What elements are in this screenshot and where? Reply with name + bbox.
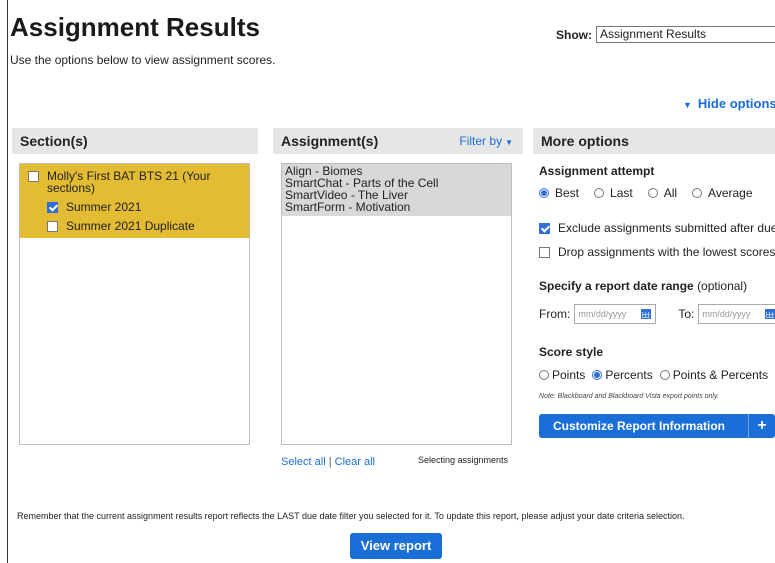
section-summer-2021-checkbox[interactable] <box>47 202 58 213</box>
triangle-down-icon: ▼ <box>683 100 692 110</box>
attempt-last-radio[interactable] <box>594 188 605 198</box>
list-item[interactable]: SmartForm - Motivation <box>285 201 508 213</box>
score-style-heading: Score style <box>539 345 604 359</box>
calendar-icon[interactable] <box>765 309 775 319</box>
section-child-label: Summer 2021 Duplicate <box>66 219 195 233</box>
filter-by-dropdown[interactable]: Filter by ▼ <box>459 128 513 156</box>
attempt-option-average[interactable]: Average <box>692 186 753 200</box>
select-all-link[interactable]: Select all <box>281 456 326 468</box>
to-label: To: <box>678 307 695 321</box>
from-label: From: <box>539 307 571 321</box>
score-percents-radio[interactable] <box>592 370 603 380</box>
score-style-radio-group: Points Percents Points & Percents <box>539 368 775 382</box>
show-select-value: Assignment Results <box>600 27 707 41</box>
more-options-heading-label: More options <box>541 133 629 149</box>
hide-options-link[interactable]: ▼ Hide options <box>683 96 775 111</box>
view-report-button[interactable]: View report <box>350 533 442 559</box>
attempt-average-radio[interactable] <box>692 188 703 198</box>
score-style-label: Points <box>552 368 586 382</box>
score-points-radio[interactable] <box>539 370 549 380</box>
triangle-down-icon: ▼ <box>505 138 513 147</box>
page-subtitle: Use the options below to view assignment… <box>10 53 276 67</box>
hide-options-label: Hide options <box>697 96 775 111</box>
page-title: Assignment Results <box>10 12 260 42</box>
from-date-placeholder: mm/dd/yyyy <box>578 309 627 319</box>
attempt-radio-group: Best Last All Average <box>539 186 768 200</box>
link-separator: | <box>328 456 332 468</box>
more-options-heading: More options <box>533 128 775 154</box>
sections-heading: Section(s) <box>12 128 258 154</box>
plus-icon[interactable]: + <box>748 414 775 438</box>
attempt-option-label: Average <box>708 186 753 200</box>
show-select[interactable]: Assignment Results ▼ <box>596 26 775 43</box>
score-style-label: Points & Percents <box>672 368 769 382</box>
date-range-heading: Specify a report date range (optional) <box>539 279 747 293</box>
to-date-input[interactable]: mm/dd/yyyy <box>698 304 775 324</box>
section-item-summer-2021[interactable]: Summer 2021 <box>20 201 249 213</box>
sections-list: Molly's First BAT BTS 21 (Your sections)… <box>19 163 250 445</box>
exclude-late-option[interactable]: Exclude assignments submitted after due … <box>539 221 775 235</box>
customize-report-label: Customize Report Information <box>553 419 726 433</box>
sections-highlight: Molly's First BAT BTS 21 (Your sections)… <box>20 164 249 238</box>
section-item-parent[interactable]: Molly's First BAT BTS 21 (Your sections) <box>20 170 249 194</box>
attempt-option-label: Last <box>610 186 633 200</box>
exclude-late-checkbox[interactable] <box>539 222 550 234</box>
section-parent-checkbox[interactable] <box>28 171 39 182</box>
score-style-percents[interactable]: Percents <box>592 368 653 382</box>
score-style-label: Percents <box>605 368 653 382</box>
section-item-summer-2021-duplicate[interactable]: Summer 2021 Duplicate <box>20 220 249 232</box>
export-note: Note: Blackboard and Blackboard Vista ex… <box>539 393 719 400</box>
attempt-option-label: All <box>663 186 678 200</box>
section-summer-2021-duplicate-checkbox[interactable] <box>47 221 58 232</box>
drop-lowest-label: Drop assignments with the lowest scores <box>558 245 775 259</box>
drop-lowest-checkbox[interactable] <box>539 246 550 258</box>
assignments-list[interactable]: Align - Biomes SmartChat - Parts of the … <box>281 163 512 445</box>
show-label: Show: <box>556 27 592 42</box>
attempt-heading: Assignment attempt <box>539 164 655 178</box>
date-range-heading-label: Specify a report date range <box>539 279 694 293</box>
reminder-text: Remember that the current assignment res… <box>17 511 685 521</box>
selection-status: Selecting assignments <box>418 455 509 465</box>
attempt-option-last[interactable]: Last <box>594 186 633 200</box>
to-date-placeholder: mm/dd/yyyy <box>702 309 751 319</box>
filter-by-label: Filter by <box>459 134 503 148</box>
section-child-label: Summer 2021 <box>66 200 142 214</box>
select-links: Select all | Clear all <box>281 456 375 468</box>
attempt-all-radio[interactable] <box>647 188 658 198</box>
assignments-heading: Assignment(s) Filter by ▼ <box>273 128 523 154</box>
drop-lowest-option[interactable]: Drop assignments with the lowest scores <box>539 245 775 259</box>
assignments-selected-block: Align - Biomes SmartChat - Parts of the … <box>282 164 511 216</box>
score-points-percents-radio[interactable] <box>659 370 670 380</box>
date-range-optional: (optional) <box>697 279 748 293</box>
from-date-input[interactable]: mm/dd/yyyy <box>574 304 657 324</box>
sections-heading-label: Section(s) <box>20 133 88 149</box>
attempt-option-best[interactable]: Best <box>539 186 579 200</box>
attempt-option-all[interactable]: All <box>647 186 678 200</box>
assignments-heading-label: Assignment(s) <box>281 133 379 149</box>
exclude-late-label: Exclude assignments submitted after due … <box>558 221 775 235</box>
date-range-row: From: mm/dd/yyyy To: mm/dd/yyyy <box>539 304 775 324</box>
score-style-points-percents[interactable]: Points & Percents <box>659 368 769 382</box>
left-border <box>7 0 8 563</box>
clear-all-link[interactable]: Clear all <box>335 456 375 468</box>
show-control: Show: Assignment Results ▼ <box>556 26 775 43</box>
attempt-best-radio[interactable] <box>539 188 549 198</box>
section-parent-label: Molly's First BAT BTS 21 (Your sections) <box>47 169 211 195</box>
customize-report-button[interactable]: Customize Report Information + <box>539 414 775 438</box>
calendar-icon[interactable] <box>641 309 652 319</box>
attempt-option-label: Best <box>555 186 580 200</box>
score-style-points[interactable]: Points <box>539 368 585 382</box>
